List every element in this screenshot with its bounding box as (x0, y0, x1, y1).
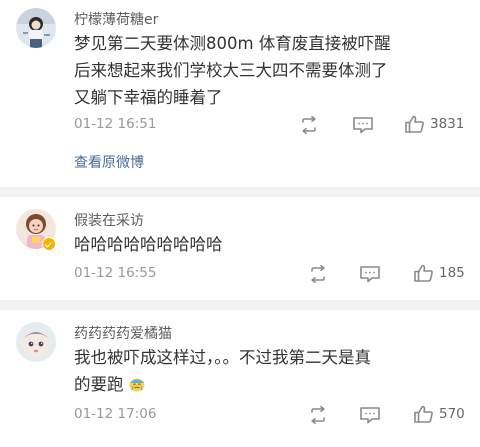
crying-face-emoji-icon (128, 374, 146, 392)
separator (0, 187, 480, 197)
comment-timestamp: 01-12 17:06 (74, 406, 157, 422)
user-name[interactable]: 假装在采访 (74, 210, 144, 230)
comment-text-line: 梦见第二天要体测800m 体育废直接被吓醒 (74, 34, 391, 53)
user-name[interactable]: 药药药药爱橘猫 (74, 323, 172, 343)
avatar[interactable] (16, 322, 56, 362)
comment-text-line: 的要跑 (74, 371, 466, 398)
repost-icon[interactable] (298, 116, 320, 134)
comment-text-line: 后来想起来我们学校大三大四不需要体测了 (74, 61, 388, 80)
like-icon[interactable] (413, 405, 435, 423)
like-count: 3831 (430, 116, 465, 132)
repost-icon[interactable] (307, 265, 329, 283)
comment-text: 梦见第二天要体测800m 体育废直接被吓醒 后来想起来我们学校大三大四不需要体测… (74, 30, 466, 111)
verified-badge-icon (42, 237, 56, 251)
comment-list: 柠檬薄荷糖er 梦见第二天要体测800m 体育废直接被吓醒 后来想起来我们学校大… (0, 0, 480, 447)
repost-icon[interactable] (307, 406, 329, 424)
comment-icon[interactable] (359, 406, 381, 424)
comment-item: 柠檬薄荷糖er 梦见第二天要体测800m 体育废直接被吓醒 后来想起来我们学校大… (0, 0, 480, 187)
comment-timestamp: 01-12 16:51 (74, 116, 157, 132)
like-icon[interactable] (413, 264, 435, 282)
comment-text-fragment: 的要跑 (74, 375, 124, 394)
comment-text-line: 又躺下幸福的睡着了 (74, 88, 223, 107)
comment-item: 药药药药爱橘猫 我也被吓成这样过，。。不过我第二天是真 的要跑 01-12 17… (0, 310, 480, 447)
separator (0, 300, 480, 310)
view-original-weibo-link[interactable]: 查看原微博 (74, 152, 144, 172)
comment-icon[interactable] (359, 265, 381, 283)
comment-text: 我也被吓成这样过，。。不过我第二天是真 的要跑 (74, 344, 466, 398)
comment-text: 哈哈哈哈哈哈哈哈哈 (74, 231, 466, 258)
comment-timestamp: 01-12 16:55 (74, 265, 157, 281)
comment-icon[interactable] (352, 116, 374, 134)
comment-item: 假装在采访 哈哈哈哈哈哈哈哈哈 01-12 16:55 185 (0, 197, 480, 300)
like-count: 185 (439, 265, 465, 281)
comment-text-line: 我也被吓成这样过，。。不过我第二天是真 (74, 348, 371, 367)
comment-text-line: 哈哈哈哈哈哈哈哈哈 (74, 235, 223, 254)
like-count: 570 (439, 406, 465, 422)
avatar[interactable] (16, 8, 56, 48)
user-name[interactable]: 柠檬薄荷糖er (74, 9, 158, 29)
like-icon[interactable] (404, 115, 426, 133)
